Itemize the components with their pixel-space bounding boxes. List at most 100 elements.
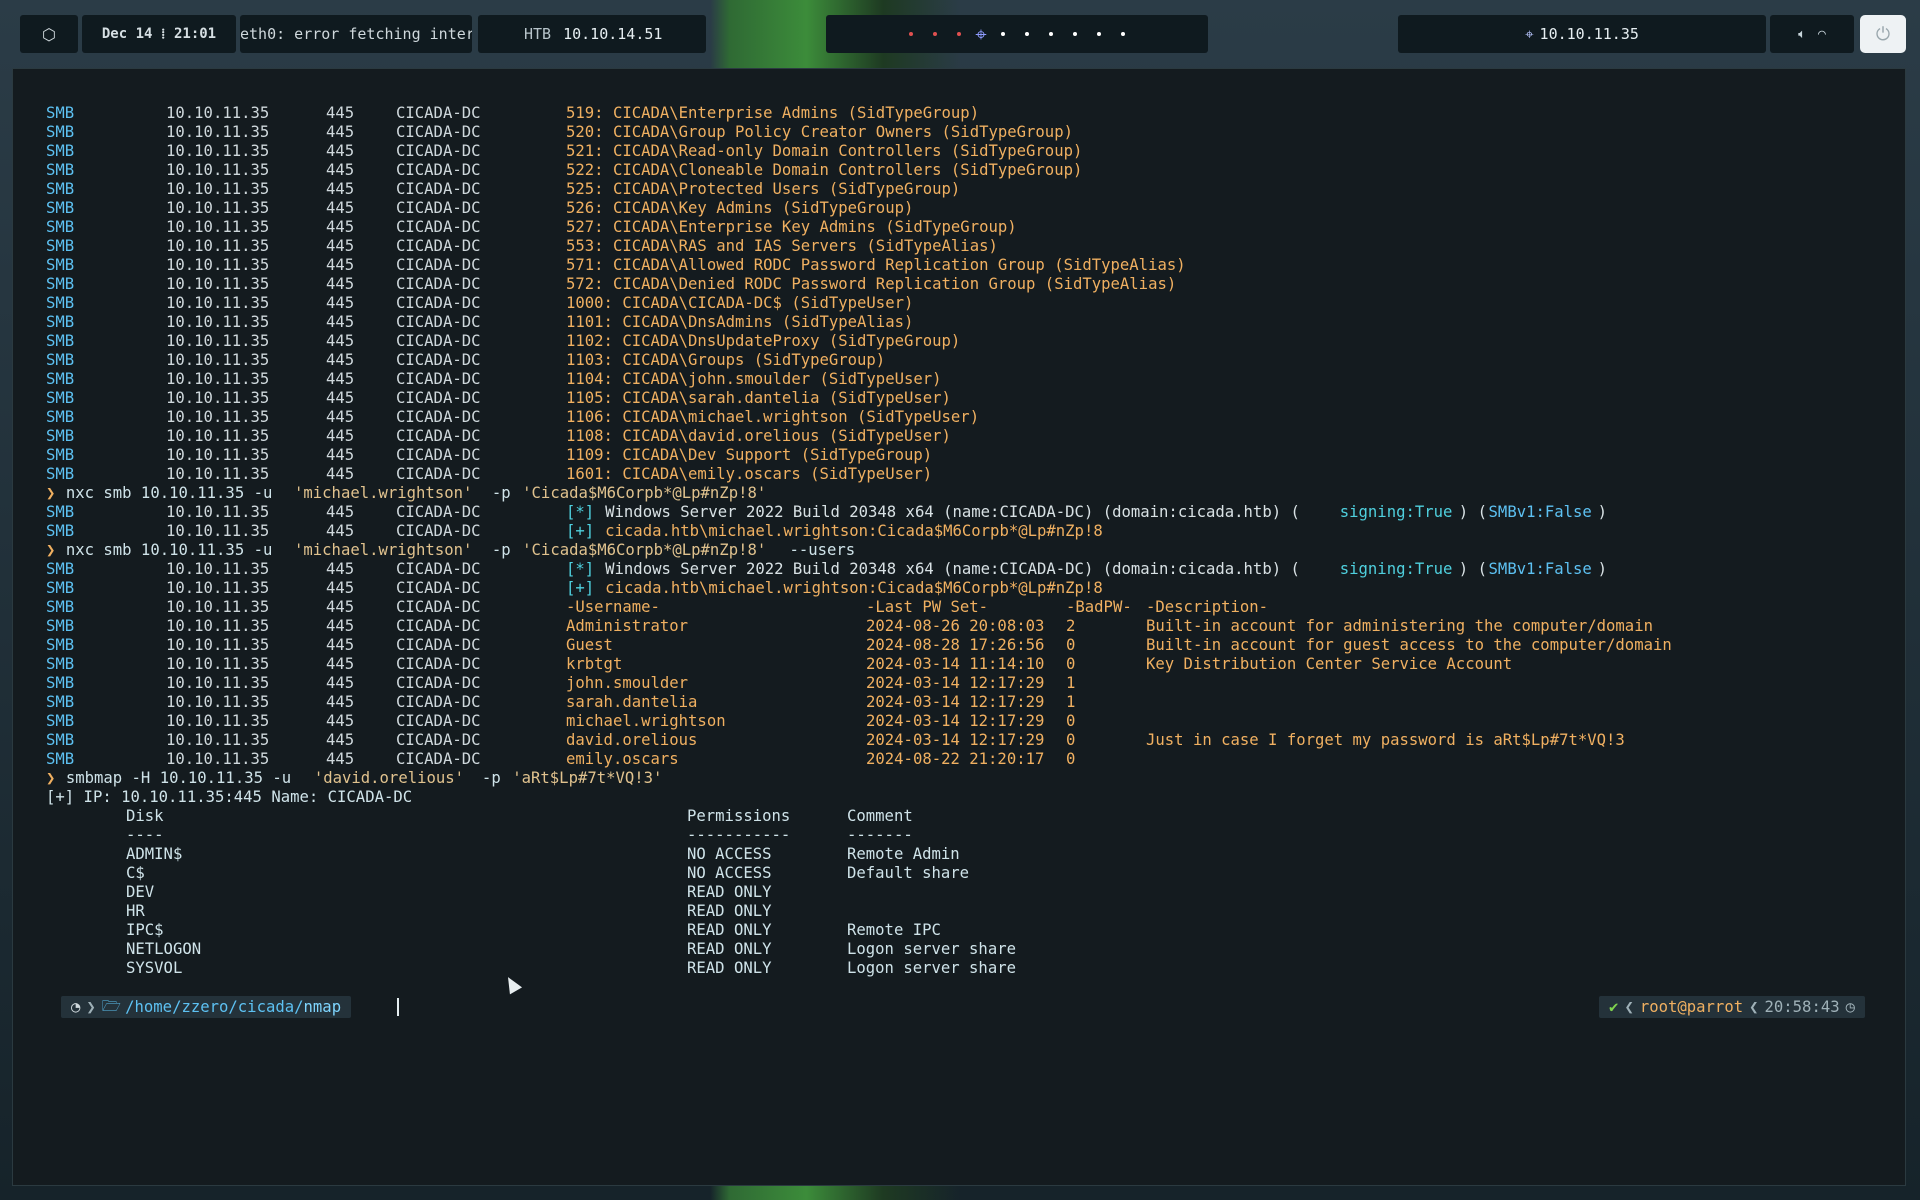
- network-status-text: eth0: error fetching inter: [240, 25, 472, 43]
- host-ip: 10.10.11.35: [166, 256, 270, 274]
- rid-entry: 1105: CICADA\sarah.dantelia (SidTypeUser…: [566, 389, 951, 407]
- username-cell: Guest: [566, 636, 613, 654]
- volume-icon[interactable]: 🔈︎: [1798, 27, 1806, 42]
- workspace-dot-1[interactable]: [909, 32, 914, 36]
- power-icon: ⏻: [1875, 23, 1891, 45]
- share-permissions: READ ONLY: [687, 959, 772, 977]
- share-permissions: NO ACCESS: [687, 864, 772, 882]
- last-pw-set-cell: 2024-03-14 11:14:10: [866, 655, 1045, 673]
- cube-icon: ⬡: [42, 24, 56, 44]
- description-cell: Built-in account for guest access to the…: [1146, 636, 1672, 654]
- terminal-line: SMB 10.10.11.35 445 CICADA-DC 1109: CICADA\D…: [46, 446, 1866, 465]
- workspace-dot-8[interactable]: [1072, 32, 1077, 36]
- share-name: Disk: [126, 807, 164, 825]
- host-ip: 10.10.11.35: [166, 617, 270, 635]
- host-port: 445: [326, 123, 355, 141]
- host-name: CICADA-DC: [396, 104, 481, 122]
- terminal-line: SMB 10.10.11.35 445 CICADA-DC 1104: CICADA\j…: [46, 370, 1866, 389]
- username-cell: Administrator: [566, 617, 689, 635]
- rid-entry: 1109: CICADA\Dev Support (SidTypeGroup): [566, 446, 933, 464]
- workspace-dot-6[interactable]: [1024, 32, 1029, 36]
- host-port: 445: [326, 142, 355, 160]
- description-cell: Key Distribution Center Service Account: [1146, 655, 1513, 673]
- chevron-right-icon: ❯: [86, 998, 96, 1016]
- username-cell: krbtgt: [566, 655, 623, 673]
- host-ip: 10.10.11.35: [166, 712, 270, 730]
- tray: 🔈︎ ◠: [1770, 15, 1854, 53]
- description-cell: -Description-: [1146, 598, 1269, 616]
- share-comment: Logon server share: [847, 959, 1016, 977]
- workspace-dot-5[interactable]: [1000, 32, 1005, 36]
- share-permissions: READ ONLY: [687, 940, 772, 958]
- host-name: CICADA-DC: [396, 142, 481, 160]
- host-port: 445: [326, 427, 355, 445]
- protocol-label: SMB: [46, 503, 75, 521]
- host-ip: 10.10.11.35: [166, 180, 270, 198]
- host-name: CICADA-DC: [396, 693, 481, 711]
- share-permissions: READ ONLY: [687, 883, 772, 901]
- crosshair-icon[interactable]: ⌖: [975, 22, 986, 46]
- terminal-line: SYSVOL READ ONLY Logon server share: [46, 959, 1866, 978]
- protocol-label: SMB: [46, 408, 75, 426]
- terminal-line: C$ NO ACCESS Default share: [46, 864, 1866, 883]
- share-name: C$: [126, 864, 145, 882]
- host-port: 445: [326, 351, 355, 369]
- host-ip: 10.10.11.35: [166, 370, 270, 388]
- launcher-button[interactable]: ⬡: [20, 15, 78, 53]
- shell-prompt[interactable]: ◔ ❯ 🗁︎ /home/ zzero/cicada/ nmap ✔ ❮ roo…: [49, 996, 1877, 1018]
- workspace-dot-3[interactable]: [957, 32, 962, 36]
- terminal-line: SMB 10.10.11.35 445 CICADA-DC Guest 2024-08-2…: [46, 636, 1866, 655]
- badpw-cell: 2: [1066, 617, 1076, 635]
- host-port: 445: [326, 332, 355, 350]
- datetime-text: Dec 14 ⁞ 21:01: [101, 25, 217, 42]
- terminal-line: SMB 10.10.11.35 445 CICADA-DC 525: CICADA\Pr…: [46, 180, 1866, 199]
- host-name: CICADA-DC: [396, 750, 481, 768]
- vpn-widget: HTB 10.10.14.51: [478, 15, 706, 53]
- badpw-cell: 0: [1066, 731, 1076, 749]
- host-name: CICADA-DC: [396, 408, 481, 426]
- command-pass-arg: 'Cicada$M6Corpb*@Lp#nZp!8': [522, 541, 767, 559]
- terminal-line: SMB 10.10.11.35 445 CICADA-DC 1102: CICADA\D…: [46, 332, 1866, 351]
- success-marker: [+]: [566, 522, 595, 540]
- power-button[interactable]: ⏻: [1860, 15, 1906, 53]
- last-pw-set-cell: 2024-08-26 20:08:03: [866, 617, 1045, 635]
- terminal-line: ---- ----------- -------: [46, 826, 1866, 845]
- host-port: 445: [326, 560, 355, 578]
- workspace-dot-2[interactable]: [933, 32, 938, 36]
- workspace-dot-10[interactable]: [1120, 32, 1125, 36]
- rid-entry: 572: CICADA\Denied RODC Password Replica…: [566, 275, 1177, 293]
- share-permissions: READ ONLY: [687, 902, 772, 920]
- wifi-icon[interactable]: ◠: [1818, 27, 1826, 42]
- prompt-path-prefix: /home/: [125, 998, 182, 1016]
- terminal-window[interactable]: SMB 10.10.11.35 445 CICADA-DC 519: CICADA\En…: [12, 68, 1906, 1186]
- protocol-label: SMB: [46, 674, 75, 692]
- vpn-label: HTB: [524, 25, 552, 43]
- host-name: CICADA-DC: [396, 465, 481, 483]
- host-name: CICADA-DC: [396, 674, 481, 692]
- host-ip: 10.10.11.35: [166, 750, 270, 768]
- terminal-line: SMB 10.10.11.35 445 CICADA-DC michael.wright…: [46, 712, 1866, 731]
- workspace-dot-9[interactable]: [1096, 32, 1101, 36]
- host-name: CICADA-DC: [396, 712, 481, 730]
- info-end: ): [1597, 560, 1608, 578]
- host-ip: 10.10.11.35: [166, 731, 270, 749]
- share-permissions: Permissions: [687, 807, 791, 825]
- command-text: smbmap -H 10.10.11.35 -u: [65, 769, 301, 787]
- terminal-line: SMB 10.10.11.35 445 CICADA-DC 520: CICADA\Gr…: [46, 123, 1866, 142]
- terminal-line: NETLOGON READ ONLY Logon server share: [46, 940, 1866, 959]
- protocol-label: SMB: [46, 446, 75, 464]
- host-port: 445: [326, 579, 355, 597]
- host-name: CICADA-DC: [396, 351, 481, 369]
- prompt-status-segment: ✔ ❮ root@parrot ❮ 20:58:43 ◷: [1599, 996, 1865, 1018]
- user-host: root@parrot: [1639, 998, 1744, 1016]
- rid-entry: 525: CICADA\Protected Users (SidTypeGrou…: [566, 180, 961, 198]
- host-ip: 10.10.11.35: [166, 693, 270, 711]
- auth-result: cicada.htb\michael.wrightson:Cicada$M6Co…: [595, 522, 1103, 540]
- vpn-ip: 10.10.14.51: [563, 25, 663, 43]
- workspace-dot-7[interactable]: [1048, 32, 1053, 36]
- chevron-left-icon: ❮: [1624, 998, 1634, 1016]
- host-name: CICADA-DC: [396, 598, 481, 616]
- workspace-switcher[interactable]: ⌖: [826, 15, 1208, 53]
- host-ip: 10.10.11.35: [166, 579, 270, 597]
- host-name: CICADA-DC: [396, 655, 481, 673]
